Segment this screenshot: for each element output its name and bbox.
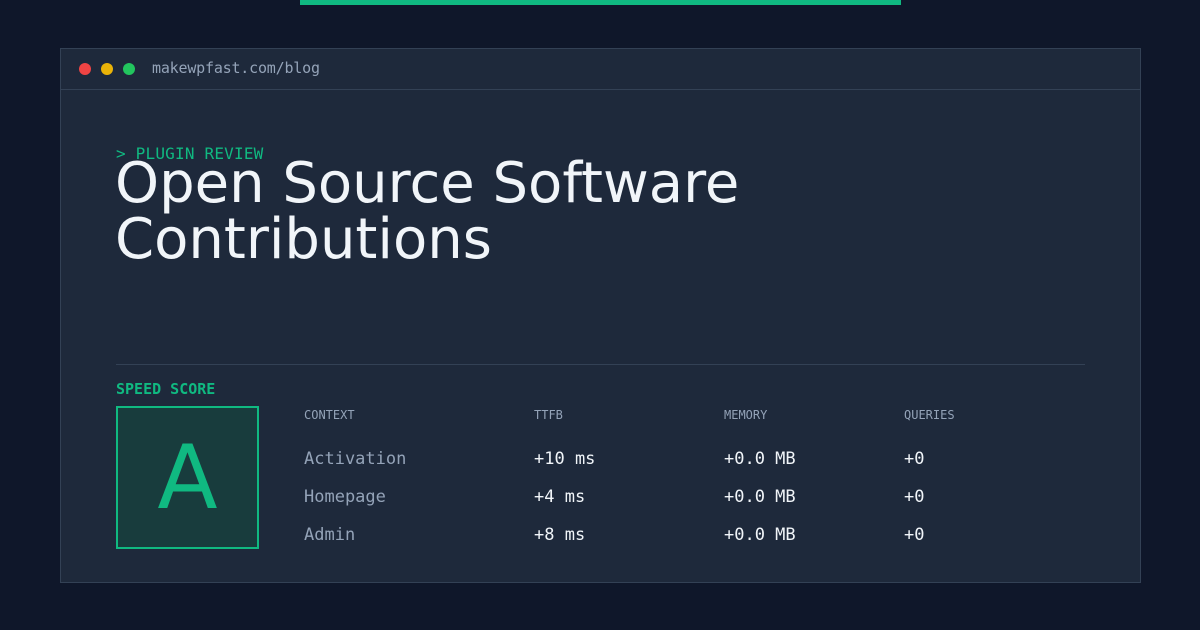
close-window-icon[interactable] [79,63,91,75]
ttfb-cell-homepage: +4 ms [534,487,586,507]
memory-column: MEMORY +0.0 MB +0.0 MB +0.0 MB [724,404,796,563]
speed-grade-box: A [116,406,259,549]
memory-cell-homepage: +0.0 MB [724,487,796,507]
url-text: makewpfast.com/blog [152,59,320,77]
section-divider [116,364,1085,365]
top-accent-bar [300,0,901,5]
memory-cell-activation: +0.0 MB [724,449,796,469]
speed-score-label: SPEED SCORE [116,380,216,398]
window-titlebar: makewpfast.com/blog [61,49,1140,90]
maximize-window-icon[interactable] [123,63,135,75]
ttfb-cell-admin: +8 ms [534,525,586,545]
context-column: CONTEXT Activation Homepage Admin [304,404,406,563]
ttfb-cell-activation: +10 ms [534,449,596,469]
queries-cell-homepage: +0 [904,487,925,507]
queries-cell-activation: +0 [904,449,925,469]
article-title: Open Source Software Contributions [115,151,740,272]
browser-window: makewpfast.com/blog > PLUGIN REVIEW Open… [60,48,1141,583]
metrics-table: CONTEXT Activation Homepage Admin TTFB +… [304,404,1084,554]
speed-grade: A [157,426,218,529]
context-cell-activation: Activation [304,449,407,469]
context-cell-admin: Admin [304,525,356,545]
ttfb-column: TTFB +10 ms +4 ms +8 ms [534,404,595,563]
column-header-ttfb: TTFB [534,408,563,422]
column-header-memory: MEMORY [724,408,768,422]
minimize-window-icon[interactable] [101,63,113,75]
memory-cell-admin: +0.0 MB [724,525,796,545]
context-cell-homepage: Homepage [304,487,386,507]
column-header-queries: QUERIES [904,408,955,422]
queries-cell-admin: +0 [904,525,925,545]
column-header-context: CONTEXT [304,408,355,422]
queries-column: QUERIES +0 +0 +0 [904,404,955,563]
